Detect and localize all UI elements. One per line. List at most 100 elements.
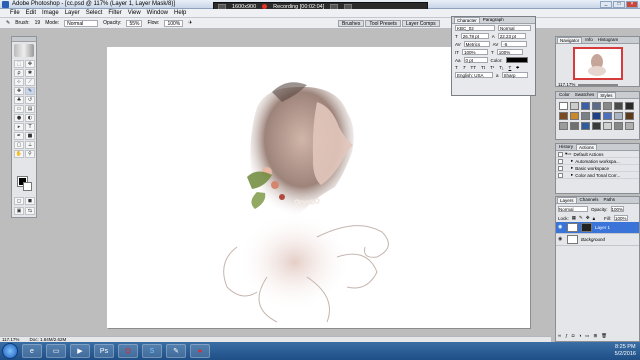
mode-select[interactable]: Normal (64, 19, 99, 27)
style-swatch[interactable] (603, 122, 612, 130)
zoom-slider[interactable] (578, 83, 619, 86)
action-toggle-checkbox[interactable] (558, 165, 563, 171)
lasso-tool-icon[interactable]: ρ (14, 69, 24, 77)
layer-row-background[interactable]: ◉ Background (556, 234, 639, 246)
visibility-eye-icon[interactable]: ◉ (558, 225, 564, 230)
layer-style-icon[interactable]: ƒ (565, 333, 568, 339)
airbrush-icon[interactable]: ✈ (188, 20, 192, 26)
shape-tool-icon[interactable]: ■ (25, 132, 35, 140)
action-toggle-checkbox[interactable] (558, 151, 563, 157)
blur-tool-icon[interactable]: ● (14, 114, 24, 122)
menu-file[interactable]: File (10, 10, 20, 16)
opacity-field[interactable]: 55% (126, 19, 143, 27)
healing-brush-tool-icon[interactable]: ✚ (14, 87, 24, 95)
tab-swatches[interactable]: Swatches (573, 92, 597, 98)
strikethrough-button[interactable]: T (516, 65, 519, 70)
action-toggle-checkbox[interactable] (558, 158, 563, 164)
history-brush-tool-icon[interactable]: ↺ (25, 96, 35, 104)
tab-character[interactable]: Character (454, 17, 480, 23)
file-explorer-icon[interactable]: ▭ (46, 344, 66, 358)
photoshop-taskbar-icon[interactable]: Ps (94, 344, 114, 358)
style-swatch[interactable] (592, 112, 601, 120)
kerning-select[interactable]: Metrics (463, 41, 490, 47)
language-select[interactable]: English: USA (455, 72, 493, 78)
style-swatch[interactable] (570, 102, 579, 110)
tab-history[interactable]: History (557, 144, 575, 150)
new-layer-icon[interactable]: ⊞ (593, 333, 597, 339)
style-swatch[interactable] (559, 122, 568, 130)
menu-view[interactable]: View (128, 10, 141, 16)
path-selection-tool-icon[interactable]: ▸ (14, 123, 24, 131)
style-swatch[interactable] (614, 122, 623, 130)
style-swatch[interactable] (559, 102, 568, 110)
menu-layer[interactable]: Layer (65, 10, 80, 16)
style-swatch[interactable] (581, 112, 590, 120)
baseline-shift-field[interactable]: 0 pt (463, 57, 488, 63)
underline-button[interactable]: T (509, 65, 512, 70)
leading-field[interactable]: 22.23 pt (497, 33, 526, 39)
anti-alias-select[interactable]: Sharp (501, 72, 528, 78)
subscript-button[interactable]: T₁ (499, 65, 503, 70)
opera-icon[interactable]: O (118, 344, 138, 358)
tab-tool-presets[interactable]: Tool Presets (365, 20, 401, 27)
gradient-tool-icon[interactable]: ▤ (25, 105, 35, 113)
style-swatch[interactable] (625, 122, 634, 130)
tab-styles[interactable]: Styles (597, 92, 616, 98)
font-size-field[interactable]: 26.78 pt (460, 33, 489, 39)
tab-paragraph[interactable]: Paragraph (481, 17, 506, 23)
font-family-select[interactable]: KBC_02 (455, 25, 495, 31)
new-group-icon[interactable]: ▭ (585, 333, 589, 339)
add-mask-icon[interactable]: ◘ (572, 333, 575, 339)
menu-filter[interactable]: Filter (108, 10, 121, 16)
adjustment-layer-icon[interactable]: ◑ (578, 333, 581, 339)
flow-field[interactable]: 100% (164, 19, 184, 27)
tab-actions[interactable]: Actions (576, 144, 597, 150)
internet-explorer-icon[interactable]: e (22, 344, 42, 358)
crop-tool-icon[interactable]: ⊹ (14, 78, 24, 86)
recorder-taskbar-icon[interactable]: ● (190, 344, 210, 358)
delete-layer-icon[interactable]: 🗑︎ (601, 333, 607, 339)
eraser-tool-icon[interactable]: ▭ (14, 105, 24, 113)
lock-image-icon[interactable]: ✎ (579, 215, 583, 221)
start-button[interactable] (2, 343, 18, 359)
style-swatch[interactable] (592, 122, 601, 130)
style-swatch[interactable] (614, 102, 623, 110)
tab-layer-comps[interactable]: Layer Comps (401, 20, 440, 27)
tab-brushes[interactable]: Brushes (338, 20, 365, 27)
lock-transparency-icon[interactable]: ▦ (572, 215, 576, 221)
brush-size[interactable]: 19 (35, 20, 41, 26)
tab-info[interactable]: Info (583, 37, 595, 43)
style-swatch[interactable] (625, 112, 634, 120)
navigator-zoom[interactable]: 117.17% (558, 82, 575, 86)
tab-paths[interactable]: Paths (602, 197, 618, 203)
style-swatch[interactable] (592, 102, 601, 110)
pen-tool-icon[interactable]: ✒ (14, 132, 24, 140)
action-item[interactable]: ▸ Automation workspa... (556, 158, 639, 165)
jump-to-imageready-icon[interactable]: ⇆ (25, 207, 35, 215)
style-swatch[interactable] (570, 112, 579, 120)
horizontal-scale-field[interactable]: 100% (496, 49, 523, 55)
close-button[interactable]: × (626, 1, 638, 8)
action-item[interactable]: ▾▭ Default Actions (556, 151, 639, 158)
notes-tool-icon[interactable]: ▢ (14, 141, 24, 149)
text-color-swatch[interactable] (505, 57, 528, 63)
tab-histogram[interactable]: Histogram (596, 37, 621, 43)
slice-tool-icon[interactable]: ⟋ (25, 78, 35, 86)
menu-window[interactable]: Window (147, 10, 168, 16)
style-swatch[interactable] (581, 122, 590, 130)
font-style-select[interactable]: Normal (498, 25, 531, 31)
layer-mask-thumbnail[interactable] (581, 223, 592, 232)
style-swatch[interactable] (614, 112, 623, 120)
dodge-tool-icon[interactable]: ◐ (25, 114, 35, 122)
style-swatch[interactable] (603, 112, 612, 120)
type-tool-icon[interactable]: T (25, 123, 35, 131)
magic-wand-tool-icon[interactable]: ✱ (25, 69, 35, 77)
style-swatch[interactable] (559, 112, 568, 120)
clone-stamp-tool-icon[interactable]: ♣ (14, 96, 24, 104)
vertical-scale-field[interactable]: 100% (462, 49, 488, 55)
faux-bold-button[interactable]: T (455, 65, 458, 70)
media-player-icon[interactable]: ▶ (70, 344, 90, 358)
tab-channels[interactable]: Channels (578, 197, 601, 203)
action-item[interactable]: ▸ Color and Tonal Corr... (556, 172, 639, 179)
fill-field[interactable]: 100% (614, 215, 628, 221)
